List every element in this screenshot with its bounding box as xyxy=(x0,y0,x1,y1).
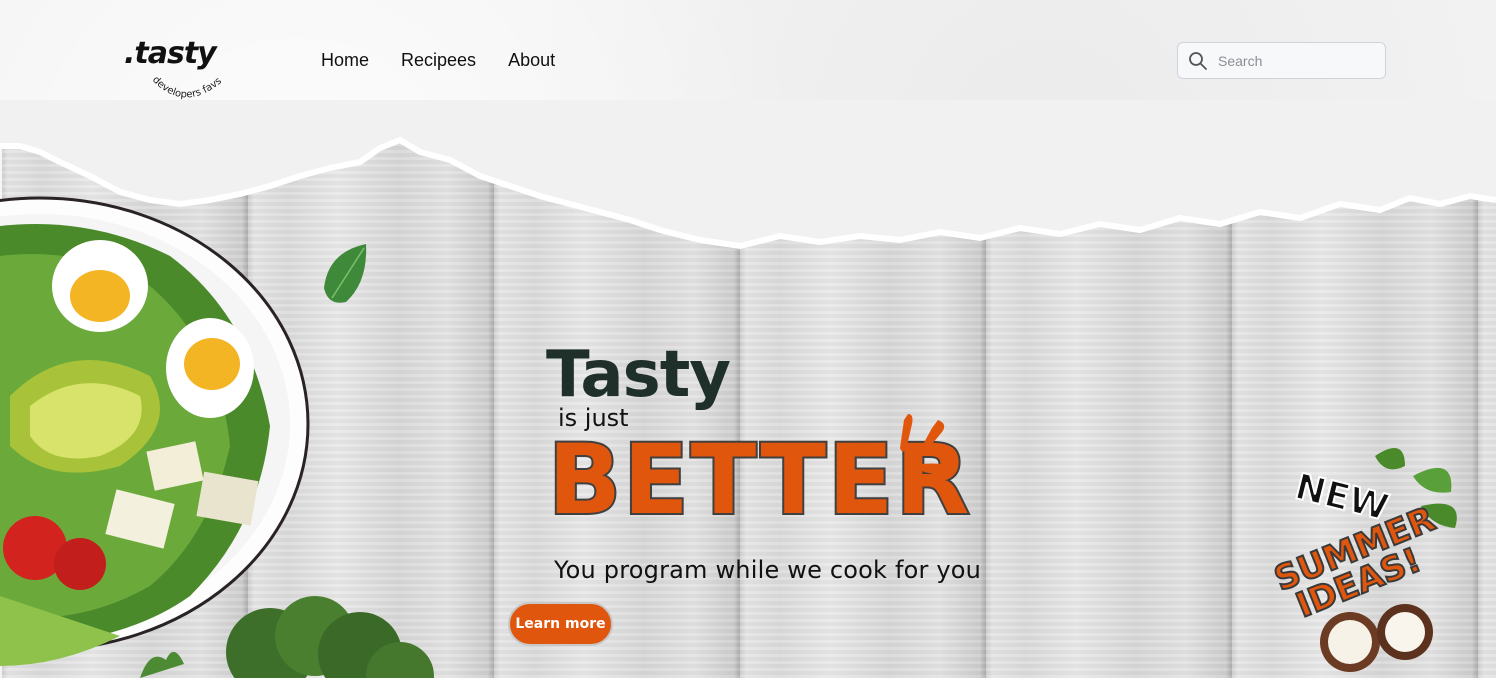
broccoli-image xyxy=(140,596,434,678)
learn-more-button[interactable]: Learn more xyxy=(508,602,613,646)
logo-tagline-arc: developers favs xyxy=(150,74,224,100)
splash-accent-icon xyxy=(900,414,952,476)
site-logo[interactable]: .tasty developers favs xyxy=(124,36,234,101)
nav-item-recipees[interactable]: Recipees xyxy=(401,50,476,71)
search-input[interactable] xyxy=(1218,52,1378,69)
nav-item-home[interactable]: Home xyxy=(321,50,369,71)
svg-text:developers favs: developers favs xyxy=(150,74,224,100)
search-icon xyxy=(1189,51,1207,70)
hero-title: Tasty xyxy=(546,338,731,412)
summer-ideas-sticker[interactable]: NEW SUMMER IDEAS! xyxy=(1255,436,1475,672)
nav-item-about[interactable]: About xyxy=(508,50,555,71)
logo-tagline: developers favs xyxy=(150,74,224,100)
main-nav: Home Recipees About xyxy=(321,50,555,71)
search-box[interactable] xyxy=(1177,42,1386,79)
hero-subtitle: You program while we cook for you xyxy=(554,556,982,584)
mint-leaf-image xyxy=(324,244,367,303)
